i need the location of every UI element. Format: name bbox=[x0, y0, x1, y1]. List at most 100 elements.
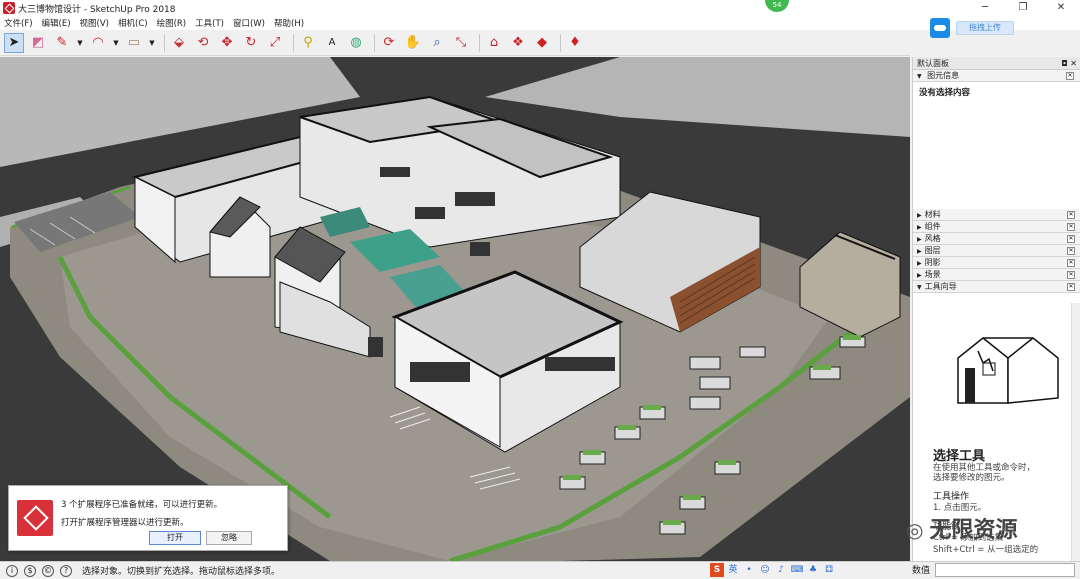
menu-help[interactable]: 帮助(H) bbox=[274, 17, 304, 29]
sketchup-app-icon bbox=[3, 2, 15, 14]
rotate-tool-icon[interactable]: ↻ bbox=[241, 33, 261, 53]
open-button[interactable]: 打开 bbox=[149, 531, 201, 545]
paint-bucket-icon[interactable]: ◍ bbox=[346, 33, 366, 53]
section-scenes[interactable]: ▶ 场景 ✕ bbox=[913, 269, 1080, 281]
menu-window[interactable]: 窗口(W) bbox=[233, 17, 265, 29]
close-icon[interactable]: ✕ bbox=[1067, 271, 1075, 279]
section-components[interactable]: ▶ 组件 ✕ bbox=[913, 221, 1080, 233]
punctuation-icon[interactable]: • bbox=[742, 563, 756, 577]
default-tray: 默认面板 ◘ ✕ ▼ 图元信息 ✕ 没有选择内容 ▶ 材料 ✕ ▶ 组件 ✕ ▶ 风格 ✕ … bbox=[912, 57, 1080, 561]
extension-manager-icon bbox=[17, 500, 53, 536]
section-materials[interactable]: ▶ 材料 ✕ bbox=[913, 209, 1080, 221]
wechat-icon: ◎ bbox=[906, 518, 924, 542]
close-icon[interactable]: ✕ bbox=[1067, 223, 1075, 231]
close-icon[interactable]: ✕ bbox=[1067, 211, 1075, 219]
scale-tool-icon[interactable]: ⤢ bbox=[265, 33, 285, 53]
watermark-text: 无限资源 bbox=[929, 518, 1018, 543]
toolbox-icon[interactable]: ⚃ bbox=[822, 563, 836, 577]
menu-camera[interactable]: 相机(C) bbox=[118, 17, 148, 29]
sogou-ime-icon[interactable]: S bbox=[710, 563, 724, 577]
chevron-down-icon[interactable]: ▼ bbox=[148, 33, 156, 53]
measurements-input[interactable] bbox=[935, 563, 1075, 577]
section-instructor[interactable]: ▼ 工具向导 ✕ bbox=[913, 281, 1080, 293]
warehouse-icon[interactable]: ⌂ bbox=[484, 33, 504, 53]
geo-location-icon[interactable]: $ bbox=[24, 564, 36, 577]
status-text: 选择对象。切换到扩充选择。拖动鼠标选择多项。 bbox=[82, 567, 281, 577]
credits-icon[interactable]: © bbox=[42, 564, 54, 577]
keyboard-icon[interactable]: ⌨ bbox=[790, 563, 804, 577]
text-tool-icon[interactable]: A bbox=[322, 33, 342, 53]
window-controls: ─ ❐ ✕ bbox=[966, 0, 1080, 16]
ime-mode-icon[interactable]: 英 bbox=[726, 563, 740, 577]
section-scenes-label: 场景 bbox=[924, 270, 941, 279]
menu-view[interactable]: 视图(V) bbox=[80, 17, 109, 29]
section-styles-label: 风格 bbox=[924, 234, 941, 243]
eraser-tool-icon[interactable]: ◩ bbox=[28, 33, 48, 53]
expand-triangle-icon: ▶ bbox=[917, 236, 922, 243]
watermark-overlay: ◎ 无限资源 bbox=[906, 512, 1017, 544]
tray-title: 默认面板 bbox=[917, 59, 949, 68]
close-icon[interactable]: ✕ bbox=[1066, 72, 1074, 80]
pencil-tool-icon[interactable]: ✎ bbox=[52, 33, 72, 53]
minimize-button[interactable]: ─ bbox=[966, 0, 1004, 16]
push-pull-tool-icon[interactable]: ⬙ bbox=[169, 33, 189, 53]
cloud-icon[interactable] bbox=[930, 18, 950, 38]
components-icon[interactable]: ❖ bbox=[508, 33, 528, 53]
close-icon[interactable]: ✕ bbox=[1067, 235, 1075, 243]
tray-header: 默认面板 ◘ ✕ bbox=[913, 57, 1080, 70]
ignore-button[interactable]: 忽略 bbox=[206, 531, 252, 545]
extension-warehouse-icon[interactable]: ◆ bbox=[532, 33, 552, 53]
arc-tool-icon[interactable]: ◠ bbox=[88, 33, 108, 53]
section-shadows-label: 阴影 bbox=[924, 258, 941, 267]
skin-icon[interactable]: ♣ bbox=[806, 563, 820, 577]
zoom-tool-icon[interactable]: ⌕ bbox=[427, 33, 447, 53]
select-tool-icon[interactable]: ➤ bbox=[4, 32, 24, 53]
title-bar: 大三博物馆设计 - SketchUp Pro 2018 ─ ❐ ✕ bbox=[0, 0, 1080, 16]
section-styles[interactable]: ▶ 风格 ✕ bbox=[913, 233, 1080, 245]
instructor-scrollbar[interactable] bbox=[1071, 303, 1080, 561]
tray-sections: ▶ 材料 ✕ ▶ 组件 ✕ ▶ 风格 ✕ ▶ 图层 ✕ ▶ 阴影 ✕ ▶ 场景 ✕ ▼ 工具向导 ✕ bbox=[913, 209, 1080, 293]
chevron-down-icon[interactable]: ▼ bbox=[76, 33, 84, 53]
toolbar-separator bbox=[374, 33, 375, 52]
close-icon[interactable]: ✕ bbox=[1067, 247, 1075, 255]
pan-tool-icon[interactable]: ✋ bbox=[403, 33, 423, 53]
maximize-button[interactable]: ❐ bbox=[1004, 0, 1042, 16]
ruby-console-icon[interactable]: ♦ bbox=[565, 33, 585, 53]
drag-upload-button[interactable]: 拖拽上传 bbox=[956, 21, 1014, 35]
entity-info-header[interactable]: ▼ 图元信息 ✕ bbox=[913, 70, 1080, 82]
rectangle-tool-icon[interactable]: ▭ bbox=[124, 33, 144, 53]
toolbar-separator bbox=[560, 33, 561, 52]
close-icon[interactable]: ✕ bbox=[1067, 283, 1075, 291]
tray-close-icon[interactable]: ◘ ✕ bbox=[1061, 57, 1077, 70]
system-tray: S 英 • ☺ ♪ ⌨ ♣ ⚃ bbox=[710, 563, 838, 577]
menu-file[interactable]: 文件(F) bbox=[4, 17, 33, 29]
menu-draw[interactable]: 绘图(R) bbox=[157, 17, 187, 29]
emoji-icon[interactable]: ☺ bbox=[758, 563, 772, 577]
help-icon[interactable]: ? bbox=[60, 564, 72, 577]
main-toolbar: ➤ ◩ ✎ ▼ ◠ ▼ ▭ ▼ ⬙ ⟲ ✥ ↻ ⤢ ⚲ A ◍ ⟳ ✋ ⌕ ⤡ … bbox=[0, 30, 910, 56]
cloud-upload-widget: 拖拽上传 bbox=[930, 18, 1060, 38]
close-button[interactable]: ✕ bbox=[1042, 0, 1080, 16]
info-icon[interactable]: i bbox=[6, 564, 18, 577]
instructor-title: 选择工具 bbox=[933, 449, 986, 464]
chevron-down-icon[interactable]: ▼ bbox=[112, 33, 120, 53]
section-instructor-label: 工具向导 bbox=[924, 282, 957, 291]
toolbar-separator bbox=[164, 33, 165, 52]
collapse-triangle-icon: ▼ bbox=[917, 284, 922, 291]
expand-triangle-icon: ▶ bbox=[917, 224, 922, 231]
toolbar-separator bbox=[293, 33, 294, 52]
zoom-extents-icon[interactable]: ⤡ bbox=[451, 33, 471, 53]
menu-edit[interactable]: 编辑(E) bbox=[42, 17, 71, 29]
offset-tool-icon[interactable]: ⟲ bbox=[193, 33, 213, 53]
section-layers[interactable]: ▶ 图层 ✕ bbox=[913, 245, 1080, 257]
measurements-label: 数值 bbox=[912, 566, 931, 576]
tape-measure-icon[interactable]: ⚲ bbox=[298, 33, 318, 53]
move-tool-icon[interactable]: ✥ bbox=[217, 33, 237, 53]
microphone-icon[interactable]: ♪ bbox=[774, 563, 788, 577]
section-shadows[interactable]: ▶ 阴影 ✕ bbox=[913, 257, 1080, 269]
expand-triangle-icon: ▶ bbox=[917, 212, 922, 219]
close-icon[interactable]: ✕ bbox=[1067, 259, 1075, 267]
orbit-tool-icon[interactable]: ⟳ bbox=[379, 33, 399, 53]
entity-info-label: 图元信息 bbox=[927, 71, 960, 80]
menu-tools[interactable]: 工具(T) bbox=[195, 17, 224, 29]
